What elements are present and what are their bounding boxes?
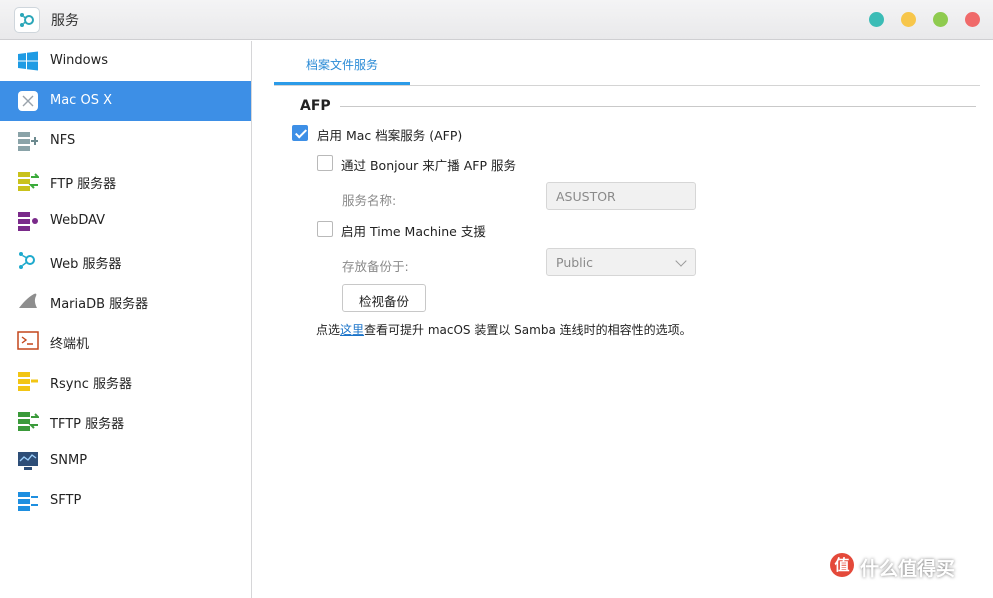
- service-name-label: 服务名称:: [342, 193, 397, 208]
- sidebar-item-label: TFTP 服务器: [50, 417, 125, 432]
- chevron-down-icon: [675, 255, 687, 267]
- enable-afp-label: 启用 Mac 档案服务 (AFP): [317, 128, 463, 143]
- rsync-icon: [17, 371, 39, 391]
- sidebar-item-label: WebDAV: [50, 213, 106, 228]
- section-divider: [340, 106, 976, 107]
- sidebar-item-nfs[interactable]: NFS: [0, 121, 251, 161]
- services-app-icon: [14, 7, 40, 33]
- time-machine-checkbox[interactable]: [317, 221, 333, 237]
- mariadb-icon: [17, 291, 39, 311]
- watermark-text: 什么值得买: [860, 558, 956, 580]
- sidebar-item-label: Mac OS X: [50, 93, 112, 108]
- section-title: AFP: [300, 98, 331, 114]
- restore-button[interactable]: [901, 12, 916, 27]
- maximize-button[interactable]: [933, 12, 948, 27]
- webdav-icon: [17, 211, 39, 231]
- ftp-icon: [17, 171, 41, 191]
- sidebar-item-label: SFTP: [50, 493, 82, 508]
- tab-divider: [274, 85, 980, 86]
- backup-to-label: 存放备份于:: [342, 259, 409, 274]
- minimize-button[interactable]: [869, 12, 884, 27]
- sidebar-item-tftp[interactable]: TFTP 服务器: [0, 401, 251, 441]
- sidebar-item-label: NFS: [50, 133, 76, 148]
- sidebar-item-mariadb[interactable]: MariaDB 服务器: [0, 281, 251, 321]
- hint-text-after: 查看可提升 macOS 装置以 Samba 连线时的相容性的选项。: [364, 323, 692, 337]
- time-machine-label: 启用 Time Machine 支援: [341, 224, 486, 239]
- sidebar-item-label: Windows: [50, 53, 109, 68]
- sidebar-item-rsync[interactable]: Rsync 服务器: [0, 361, 251, 401]
- sidebar-item-label: FTP 服务器: [50, 177, 117, 192]
- sidebar-item-web-server[interactable]: Web 服务器: [0, 241, 251, 281]
- backup-to-value: Public: [556, 255, 593, 270]
- sidebar-item-label: Rsync 服务器: [50, 377, 133, 392]
- tftp-icon: [17, 411, 41, 431]
- enable-afp-checkbox[interactable]: [292, 125, 308, 141]
- bonjour-label: 通过 Bonjour 来广播 AFP 服务: [341, 158, 517, 173]
- hint-text-before: 点选: [316, 323, 341, 337]
- snmp-icon: [17, 451, 39, 471]
- web-server-icon: [17, 251, 39, 271]
- sidebar-item-label: MariaDB 服务器: [50, 297, 149, 312]
- sidebar-item-label: Web 服务器: [50, 257, 122, 272]
- sidebar-item-macos[interactable]: Mac OS X: [0, 81, 251, 121]
- terminal-icon: [17, 331, 39, 351]
- watermark-badge: 值: [830, 553, 854, 577]
- sidebar-item-terminal[interactable]: 终端机: [0, 321, 251, 361]
- nfs-icon: [17, 131, 39, 151]
- check-backup-button[interactable]: 检视备份: [342, 284, 427, 312]
- sidebar-item-sftp[interactable]: SFTP: [0, 481, 251, 521]
- sidebar-item-label: 终端机: [50, 337, 90, 352]
- service-name-input[interactable]: [546, 182, 696, 210]
- macos-icon: [17, 91, 39, 111]
- sidebar-item-label: SNMP: [50, 453, 88, 468]
- title-bar: 服务: [0, 0, 993, 40]
- windows-icon: [17, 51, 39, 71]
- tab-file-service[interactable]: 档案文件服务: [274, 53, 410, 85]
- close-button[interactable]: [965, 12, 980, 27]
- bonjour-checkbox[interactable]: [317, 155, 333, 171]
- backup-to-select[interactable]: Public: [546, 248, 696, 276]
- hint-link[interactable]: 这里: [340, 323, 364, 337]
- sidebar-item-webdav[interactable]: WebDAV: [0, 201, 251, 241]
- sidebar: Windows Mac OS X NFS FTP 服务器 WebDAV Web …: [0, 41, 252, 598]
- watermark: 值 什么值得买: [826, 553, 986, 587]
- sidebar-item-snmp[interactable]: SNMP: [0, 441, 251, 481]
- window-title: 服务: [51, 13, 79, 29]
- main-panel: 档案文件服务 AFP 启用 Mac 档案服务 (AFP) 通过 Bonjour …: [253, 41, 993, 598]
- samba-hint: 点选这里查看可提升 macOS 装置以 Samba 连线时的相容性的选项。: [316, 321, 692, 338]
- sftp-icon: [17, 491, 39, 511]
- sidebar-item-ftp[interactable]: FTP 服务器: [0, 161, 251, 201]
- sidebar-item-windows[interactable]: Windows: [0, 41, 251, 81]
